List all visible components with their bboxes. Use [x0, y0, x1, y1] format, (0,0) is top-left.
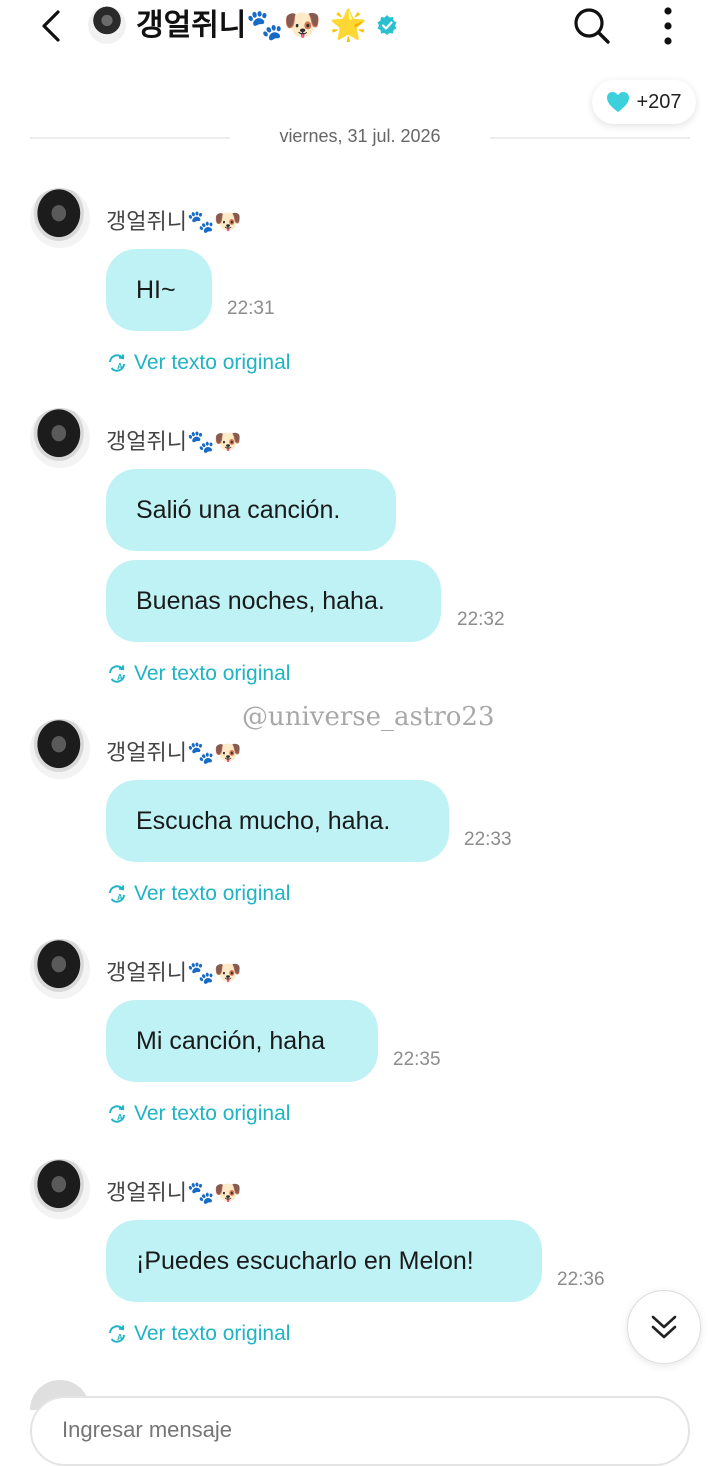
- view-original-link[interactable]: A Ver texto original: [106, 1319, 290, 1349]
- view-original-label: Ver texto original: [134, 351, 291, 374]
- double-chevron-down-icon: [651, 1315, 677, 1339]
- more-options-button[interactable]: [648, 4, 688, 48]
- message-time: 22:36: [557, 1269, 605, 1290]
- view-original-link[interactable]: A Ver texto original: [106, 659, 290, 689]
- message-time: 22:32: [457, 609, 505, 630]
- verified-badge-icon: [377, 15, 397, 35]
- like-badge[interactable]: +207: [592, 80, 696, 124]
- svg-text:A: A: [117, 673, 123, 682]
- sender-avatar[interactable]: [30, 719, 90, 779]
- sender-avatar[interactable]: [30, 408, 90, 468]
- message-input[interactable]: [60, 1416, 624, 1444]
- sender-name: 갱얼쥐니🐾🐶: [106, 429, 242, 454]
- view-original-label: Ver texto original: [134, 882, 291, 905]
- watermark: @universe_astro23: [242, 702, 495, 732]
- view-original-label: Ver texto original: [134, 662, 291, 685]
- message-bubble[interactable]: Escucha mucho, haha.: [106, 780, 449, 862]
- translate-icon: A: [109, 665, 125, 683]
- scroll-to-bottom-button[interactable]: [627, 1290, 701, 1364]
- sender-name: 갱얼쥐니🐾🐶: [106, 1180, 242, 1205]
- view-original-label: Ver texto original: [134, 1102, 291, 1125]
- message-time: 22:35: [393, 1049, 441, 1070]
- translate-icon: A: [109, 1325, 125, 1343]
- sender-name: 갱얼쥐니🐾🐶: [106, 960, 242, 985]
- message-bubble[interactable]: Buenas noches, haha.: [106, 560, 441, 642]
- svg-text:A: A: [117, 1333, 123, 1342]
- message-time: 22:33: [464, 829, 512, 850]
- sender-name: 갱얼쥐니🐾🐶: [106, 209, 242, 234]
- message-time: 22:31: [227, 298, 275, 319]
- chevron-left-icon: [42, 10, 60, 42]
- sender-avatar[interactable]: [30, 1159, 90, 1219]
- chat-title: 갱얼쥐니🐾🐶 🌟: [136, 9, 367, 42]
- like-count: +207: [636, 90, 682, 113]
- message-bubble[interactable]: Salió una canción.: [106, 469, 396, 551]
- date-divider: viernes, 31 jul. 2026: [30, 122, 690, 152]
- sender-avatar[interactable]: [30, 188, 90, 248]
- more-vertical-icon: [664, 7, 672, 45]
- search-icon: [574, 8, 610, 44]
- chat-header: 갱얼쥐니🐾🐶 🌟: [0, 0, 720, 56]
- back-button[interactable]: [32, 6, 72, 46]
- search-button[interactable]: [570, 4, 614, 48]
- svg-text:A: A: [117, 362, 123, 371]
- sender-name: 갱얼쥐니🐾🐶: [106, 740, 242, 765]
- view-original-label: Ver texto original: [134, 1322, 291, 1345]
- view-original-link[interactable]: A Ver texto original: [106, 879, 290, 909]
- sender-avatar[interactable]: [30, 939, 90, 999]
- message-bubble[interactable]: ¡Puedes escucharlo en Melon!: [106, 1220, 542, 1302]
- translate-icon: A: [109, 885, 125, 903]
- message-input-bar: [30, 1396, 690, 1466]
- translate-icon: A: [109, 1105, 125, 1123]
- date-label: viernes, 31 jul. 2026: [279, 126, 441, 146]
- message-bubble[interactable]: HI~: [106, 249, 212, 331]
- message-bubble[interactable]: Mi canción, haha: [106, 1000, 378, 1082]
- heart-icon: [607, 92, 630, 112]
- header-avatar[interactable]: [88, 6, 126, 44]
- svg-text:A: A: [117, 1113, 123, 1122]
- view-original-link[interactable]: A Ver texto original: [106, 1099, 290, 1129]
- translate-icon: A: [109, 354, 125, 372]
- view-original-link[interactable]: A Ver texto original: [106, 348, 290, 378]
- svg-text:A: A: [117, 893, 123, 902]
